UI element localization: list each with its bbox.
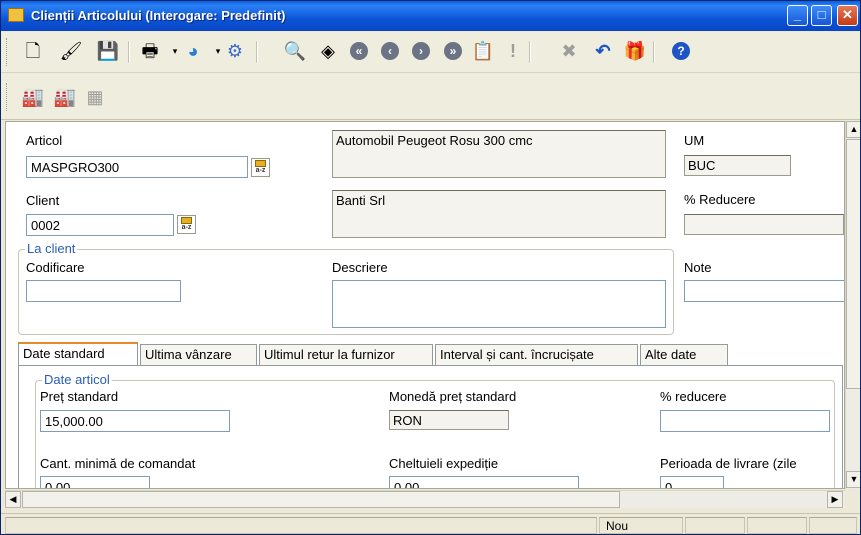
codificare-input[interactable]	[26, 280, 181, 302]
maximize-button[interactable]: □	[811, 5, 832, 26]
horizontal-scroll-thumb[interactable]	[22, 491, 620, 508]
new-document-icon[interactable]: 🗋	[21, 39, 45, 63]
form-area: Articol MASPGRO300 a-z Automobil Peugeot…	[5, 121, 845, 489]
app-icon	[8, 8, 24, 22]
reducere-pct-input[interactable]	[660, 410, 830, 432]
articol-description: Automobil Peugeot Rosu 300 cmc	[332, 130, 666, 178]
main-window: Clienții Articolului (Interogare: Predef…	[0, 0, 861, 535]
toolbar-grip[interactable]	[6, 83, 10, 111]
save-icon[interactable]: 💾	[96, 39, 120, 63]
client-description: Banti Srl	[332, 190, 666, 238]
search-icon[interactable]: 🔍	[283, 39, 307, 63]
last-record-icon[interactable]: »	[441, 39, 465, 63]
title-bar[interactable]: Clienții Articolului (Interogare: Predef…	[1, 1, 860, 31]
cant-minima-input[interactable]: 0.00	[40, 476, 150, 488]
status-mode: Nou	[599, 517, 683, 534]
client-lookup-button[interactable]: a-z	[177, 215, 196, 234]
date-articol-legend: Date articol	[42, 372, 112, 387]
undo-icon[interactable]: ↶	[591, 39, 615, 63]
tab-ultimul-retur[interactable]: Ultimul retur la furnizor	[259, 344, 433, 365]
cant-minima-label: Cant. minimă de comandat	[40, 456, 196, 471]
note-input[interactable]	[684, 280, 844, 302]
key-icon	[255, 160, 266, 167]
filter-icon[interactable]: 🎁	[623, 39, 647, 63]
secondary-toolbar: 🏭 🏭 ▦	[1, 73, 860, 120]
la-client-legend: La client	[25, 241, 78, 256]
scroll-up-icon[interactable]: ▲	[846, 121, 860, 138]
tab-interval-cant[interactable]: Interval și cant. încrucișate	[435, 344, 638, 365]
close-button[interactable]: ✕	[837, 5, 858, 26]
main-toolbar: 🗋 🖌 💾 🖶 ▾ ◕ ▾ ⚙ 🔍 ◈ « ‹ › » 📋 ! ✖ ↶ 🎁 ?	[1, 32, 860, 73]
reducere-pct-label: % reducere	[660, 389, 727, 404]
perioada-label: Perioada de livrare (zile	[660, 456, 797, 471]
articol-label: Articol	[26, 133, 63, 148]
minimize-button[interactable]: _	[787, 5, 808, 26]
scroll-right-icon[interactable]: ▶	[827, 491, 843, 508]
codificare-label: Codificare	[26, 260, 85, 275]
articol-input[interactable]: MASPGRO300	[26, 156, 248, 178]
descriere-input[interactable]	[332, 280, 666, 328]
warehouse-alt-icon[interactable]: 🏭	[53, 85, 77, 109]
first-record-icon[interactable]: «	[347, 39, 371, 63]
settings-window-icon[interactable]: ⚙	[223, 39, 247, 63]
tab-panel-date-standard: Date articol Preț standard 15,000.00 Mon…	[18, 365, 843, 488]
um-label: UM	[684, 133, 705, 148]
translate-icon[interactable]: ▦	[83, 85, 107, 109]
key-icon	[181, 217, 192, 224]
note-label: Note	[684, 260, 712, 275]
tab-date-standard[interactable]: Date standard	[18, 342, 138, 366]
pret-standard-input[interactable]: 15,000.00	[40, 410, 230, 432]
help-icon[interactable]: ?	[669, 39, 693, 63]
descriere-label: Descriere	[332, 260, 388, 275]
reducere-value	[684, 214, 844, 235]
tab-ultima-vanzare[interactable]: Ultima vânzare	[140, 344, 257, 365]
pret-standard-label: Preț standard	[40, 389, 119, 404]
perioada-input[interactable]: 0	[660, 476, 724, 488]
toolbar-separator	[653, 41, 655, 63]
previous-record-icon[interactable]: ‹	[378, 39, 402, 63]
scroll-left-icon[interactable]: ◀	[5, 491, 21, 508]
warehouse-icon[interactable]: 🏭	[21, 85, 45, 109]
query-options-icon[interactable]: ◕	[181, 39, 205, 63]
articol-lookup-button[interactable]: a-z	[251, 158, 270, 177]
status-resize-grip[interactable]	[809, 517, 857, 534]
reducere-label: % Reducere	[684, 192, 756, 207]
cheltuieli-input[interactable]: 0.00	[389, 476, 579, 488]
copy-icon[interactable]: 📋	[471, 39, 495, 63]
vertical-scroll-thumb[interactable]	[846, 139, 860, 389]
vertical-scrollbar[interactable]: ▲ ▼	[845, 121, 860, 489]
toolbar-separator	[529, 41, 531, 63]
status-cell	[685, 517, 745, 534]
toolbar-grip[interactable]	[6, 38, 10, 66]
status-bar: Nou	[1, 513, 860, 534]
client-label: Client	[26, 193, 60, 208]
cheltuieli-label: Cheltuieli expediție	[389, 456, 499, 471]
tab-alte-date[interactable]: Alte date	[640, 344, 728, 365]
window-title: Clienții Articolului (Interogare: Predef…	[31, 8, 286, 23]
edit-icon[interactable]: 🖌	[59, 39, 83, 63]
delete-icon[interactable]: ✖	[557, 39, 581, 63]
um-value: BUC	[684, 155, 791, 176]
client-input[interactable]: 0002	[26, 214, 174, 236]
binoculars-icon[interactable]: ◈	[316, 39, 340, 63]
toolbar-separator	[128, 41, 130, 63]
print-icon[interactable]: 🖶	[138, 39, 162, 63]
exclamation-icon[interactable]: !	[501, 39, 525, 63]
status-cell	[747, 517, 807, 534]
horizontal-scrollbar[interactable]: ◀ ▶	[5, 490, 845, 508]
status-message	[5, 517, 597, 534]
scroll-down-icon[interactable]: ▼	[846, 471, 860, 488]
moneda-value: RON	[389, 410, 509, 430]
next-record-icon[interactable]: ›	[409, 39, 433, 63]
toolbar-separator	[256, 41, 258, 63]
moneda-label: Monedă preț standard	[389, 389, 517, 404]
